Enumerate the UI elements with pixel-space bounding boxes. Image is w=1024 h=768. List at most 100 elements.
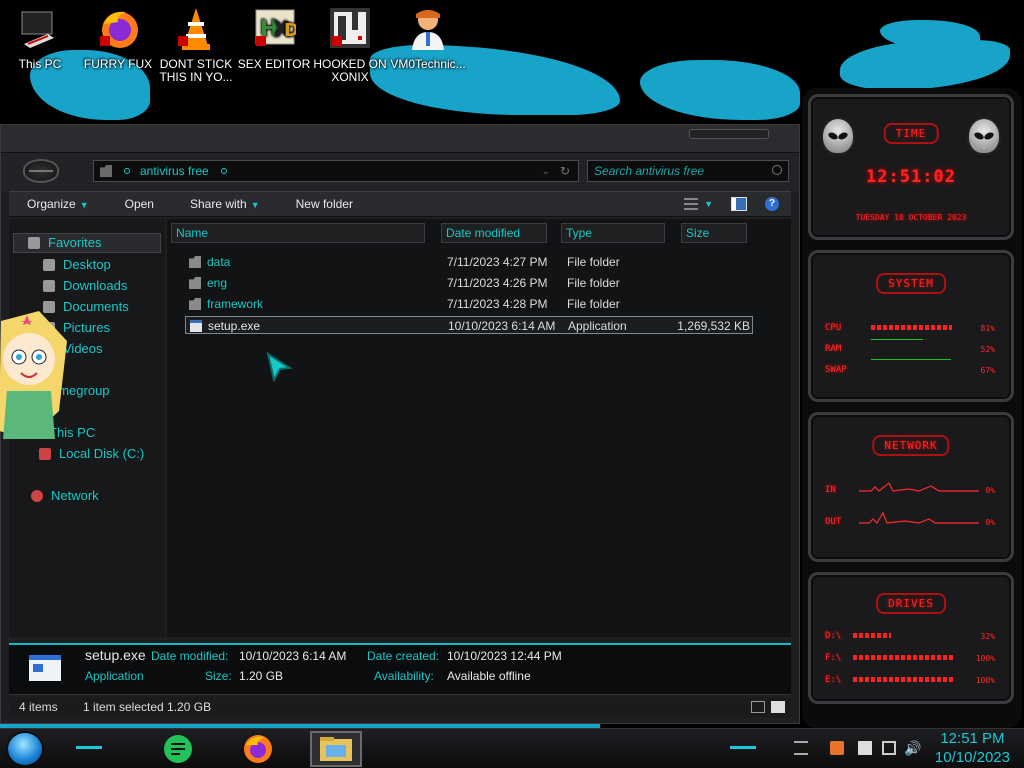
address-bar[interactable]: antivirus free ⌄ ↻ [93, 160, 579, 182]
navigation-pane: Favorites Desktop Downloads Documents Pi… [0, 219, 165, 637]
taskbar: ▬▬▬ ▬▬▬ 🔊 12:51 PM 10/10/2023 [0, 728, 1024, 768]
share-with-button[interactable]: Share with ▼ [172, 191, 278, 217]
application-icon [190, 320, 202, 332]
desktop-icon-this-pc[interactable]: This PC [2, 6, 78, 71]
nav-item-favorites[interactable]: Favorites [13, 233, 161, 253]
status-selection: 1 item selected 1.20 GB [83, 700, 212, 714]
column-header-type[interactable]: Type [561, 223, 665, 243]
address-breadcrumb[interactable]: antivirus free [140, 164, 209, 178]
breadcrumb-separator-icon[interactable] [220, 168, 227, 174]
system-title: SYSTEM [876, 273, 946, 294]
nav-item-network[interactable]: Network [31, 487, 99, 505]
preview-pane-icon[interactable] [731, 197, 747, 211]
nav-item-desktop[interactable]: Desktop [43, 256, 111, 274]
swap-meter [871, 359, 952, 360]
organize-button[interactable]: Organize ▼ [9, 191, 107, 217]
details-date-modified-label: Date modified: [151, 649, 229, 663]
view-options-icon[interactable] [684, 198, 699, 210]
refresh-icon[interactable]: ↻ [560, 164, 570, 178]
network-tray-icon[interactable] [882, 741, 896, 755]
details-filename: setup.exe [85, 647, 146, 663]
desktop-icon-dont-stick[interactable]: DONT STICK THIS IN YO... [158, 6, 234, 84]
net-in-value: 0% [985, 486, 995, 495]
cpu-label: CPU [825, 323, 842, 333]
application-icon [29, 655, 61, 681]
details-filetype: Application [85, 669, 144, 683]
folder-icon [189, 256, 201, 268]
back-forward-icon[interactable] [23, 159, 59, 183]
swap-label: SWAP [825, 365, 847, 375]
nav-item-downloads[interactable]: Downloads [43, 277, 127, 295]
time-title: TIME [883, 123, 939, 144]
search-input[interactable] [588, 161, 758, 181]
details-size-label: Size: [205, 669, 232, 683]
ram-value: 52% [980, 345, 995, 354]
file-row[interactable]: framework 7/11/2023 4:28 PM File folder [185, 295, 753, 313]
file-row-selected[interactable]: setup.exe 10/10/2023 6:14 AM Application… [185, 316, 753, 334]
new-folder-button[interactable]: New folder [278, 191, 371, 217]
column-header-name[interactable]: Name [171, 223, 425, 243]
open-button[interactable]: Open [107, 191, 172, 217]
address-row: antivirus free ⌄ ↻ [1, 153, 799, 191]
action-center-flag-icon[interactable] [858, 741, 872, 755]
address-dropdown-icon[interactable]: ⌄ [542, 166, 550, 177]
net-out-value: 0% [985, 518, 995, 527]
volume-icon[interactable]: 🔊 [904, 741, 921, 755]
drive-d-label: D:\ [825, 631, 842, 641]
mouse-cursor-icon [266, 352, 292, 382]
desktop-icon-sex-editor[interactable]: HXD SEX EDITOR [236, 6, 312, 71]
swap-value: 67% [980, 366, 995, 375]
details-view-icon[interactable] [751, 701, 765, 713]
chevron-down-icon[interactable]: ▼ [704, 199, 713, 209]
net-out-label: OUT [825, 517, 842, 527]
desktop-icon-furry-fux[interactable]: FURRY FUX [80, 6, 156, 71]
desktop-icon-vm0technic[interactable]: VM0Technic... [390, 6, 466, 71]
notes-icon [164, 735, 192, 763]
start-button[interactable] [6, 731, 44, 767]
tray-app-icon[interactable] [830, 741, 844, 755]
help-icon[interactable]: ? [765, 197, 779, 211]
time-panel: TIME 12:51:02 TUESDAY 10 OCTOBER 2023 [808, 94, 1014, 240]
show-hidden-icons-icon[interactable] [794, 741, 808, 755]
window-titlebar[interactable] [1, 125, 799, 153]
taskbar-app-firefox[interactable] [242, 733, 274, 765]
search-icon[interactable] [772, 165, 782, 175]
desktop-icon-hooked-on-xonix[interactable]: HOOKED ON XONIX [312, 6, 388, 84]
drive-f-value: 100% [975, 654, 995, 663]
character-sticker [0, 311, 67, 439]
taskbar-time: 12:51 PM [940, 730, 1005, 747]
hex-editor-icon: HXD [252, 6, 299, 52]
breadcrumb-separator-icon[interactable] [124, 168, 130, 174]
xonix-icon [328, 6, 372, 52]
details-date-modified: 10/10/2023 6:14 AM [239, 649, 347, 663]
ram-meter [871, 339, 923, 340]
file-row[interactable]: eng 7/11/2023 4:26 PM File folder [185, 274, 753, 292]
taskbar-clock[interactable]: 12:51 PM 10/10/2023 [935, 729, 1010, 767]
column-header-date-modified[interactable]: Date modified [441, 223, 547, 243]
network-title: NETWORK [872, 435, 950, 456]
drives-panel: DRIVES D:\ 32% F:\ 100% E:\ 100% [808, 572, 1014, 704]
taskbar-app-notes[interactable] [162, 733, 194, 765]
alien-head-icon [821, 117, 855, 155]
chevron-down-icon: ▼ [79, 200, 89, 210]
column-header-size[interactable]: Size [681, 223, 747, 243]
drive-e-meter [853, 677, 953, 682]
star-icon [28, 237, 40, 249]
details-size: 1.20 GB [239, 669, 284, 683]
downloads-icon [43, 280, 55, 292]
file-row[interactable]: data 7/11/2023 4:27 PM File folder [185, 253, 753, 271]
pc-icon [18, 6, 62, 52]
gadget-clock-time: 12:51:02 [866, 167, 956, 187]
folder-icon [189, 298, 201, 310]
drive-d-value: 32% [980, 632, 995, 641]
network-panel: NETWORK IN 0% OUT 0% [808, 412, 1014, 562]
large-icons-view-icon[interactable] [771, 701, 785, 713]
ram-label: RAM [825, 344, 842, 354]
details-date-created-label: Date created: [367, 649, 440, 663]
system-panel: SYSTEM CPU 81% RAM 52% SWAP 67% [808, 250, 1014, 402]
doctor-icon [406, 6, 450, 52]
taskbar-date: 10/10/2023 [934, 749, 1010, 766]
taskbar-app-file-explorer[interactable] [310, 731, 362, 767]
search-box[interactable] [587, 160, 789, 182]
nav-item-local-disk[interactable]: Local Disk (C:) [39, 445, 144, 463]
